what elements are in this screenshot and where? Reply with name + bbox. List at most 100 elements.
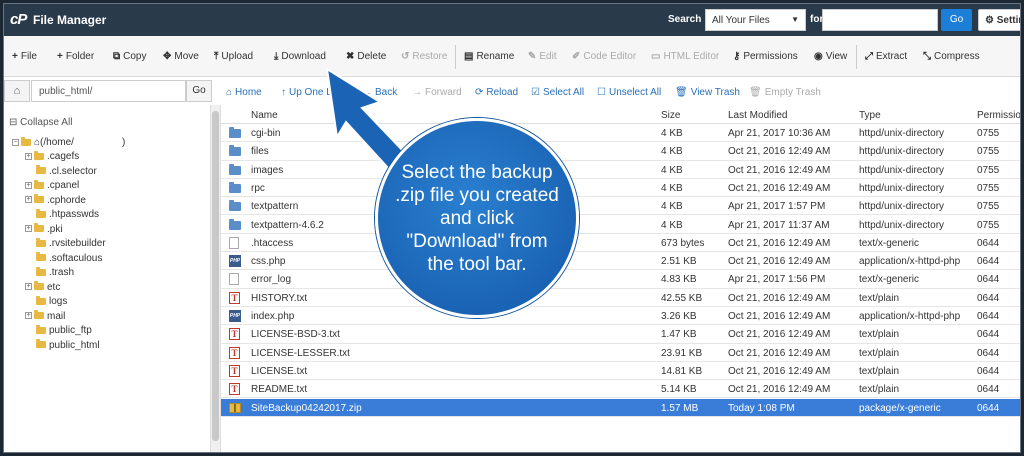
column-header-size[interactable]: Size [661,110,680,121]
cpanel-logo: cP [10,11,27,28]
cell-size: 42.55 KB [661,292,703,304]
cell-type: text/x-generic [859,237,920,249]
cell-modified: Apr 21, 2017 1:56 PM [728,274,826,286]
new-folder-button[interactable]: + Folder [57,51,94,62]
back-link[interactable]: ← Back [362,87,397,98]
delete-button[interactable]: ✖ Delete [346,51,386,62]
folder-file-icon [229,163,241,175]
tree-item[interactable]: .trash [25,266,74,279]
table-row[interactable]: PHP index.php 3.26 KB Oct 21, 2016 12:49 AM… [221,307,1020,326]
cell-name: README.txt [251,384,308,396]
tree-item[interactable]: .softaculous [25,252,102,265]
view-button[interactable]: ◉ View [814,51,847,62]
new-file-button[interactable]: + File [12,51,37,62]
cell-name: LICENSE.txt [251,365,308,377]
edit-button[interactable]: ✎ Edit [528,51,557,62]
cell-perms: 0644 [977,256,1000,268]
tree-scrollbar[interactable] [210,105,220,452]
cell-size: 4 KB [661,128,683,139]
reload-link[interactable]: ⟳ Reload [475,87,518,98]
tree-item[interactable]: public_html [25,339,100,352]
tree-item[interactable]: + etc [25,281,60,294]
copy-button[interactable]: ⧉ Copy [113,51,147,62]
restore-button[interactable]: ↺ Restore [401,51,447,62]
table-row[interactable]: cgi-bin 4 KB Apr 21, 2017 10:36 AM httpd/un… [221,124,1020,143]
html-editor-button[interactable]: ▭ HTML Editor [651,51,719,62]
home-icon[interactable]: ⌂ [4,80,30,102]
tree-item[interactable]: + .cpanel [25,179,79,192]
code-editor-button[interactable]: ✐ Code Editor [572,51,636,62]
table-row[interactable]: files 4 KB Oct 21, 2016 12:49 AM httpd/unix… [221,142,1020,161]
tree-item[interactable]: public_ftp [25,324,92,337]
tree-item[interactable]: .cl.selector [25,165,97,178]
search-input[interactable] [822,9,938,31]
upload-button[interactable]: ⤒ Upload [214,51,253,62]
table-row[interactable]: PHP css.php 2.51 KB Oct 21, 2016 12:49 AM ap… [221,252,1020,271]
table-row[interactable]: textpattern 4 KB Apr 21, 2017 1:57 PM httpd… [221,197,1020,216]
table-row[interactable]: T LICENSE-LESSER.txt 23.91 KB Oct 21, 2016 … [221,344,1020,362]
folder-icon [34,281,44,291]
cell-modified: Oct 21, 2016 12:49 AM [728,256,831,268]
search-scope-select[interactable]: All Your Files ▼ [705,9,806,31]
cell-name: SiteBackup04242017.zip [251,402,362,414]
permissions-button[interactable]: ⚷ Permissions [733,51,798,62]
download-button[interactable]: ⤓ Download [274,51,326,62]
empty-trash-link[interactable]: 🗑 Empty Trash [749,87,821,98]
tree-root[interactable]: − ⌂(/home/) [12,136,125,149]
table-row[interactable]: T HISTORY.txt 42.55 KB Oct 21, 2016 12:49 A… [221,289,1020,307]
tree-item[interactable]: + .cphorde [25,194,86,207]
search-go-button[interactable]: Go [941,9,972,31]
upload-label: Upload [221,51,254,62]
expand-node-icon[interactable]: + [25,312,32,320]
table-row[interactable]: SiteBackup04242017.zip 1.57 MB Today 1:08 … [221,398,1020,417]
path-go-button[interactable]: Go [186,80,212,102]
collapse-all-link[interactable]: ⊟ Collapse All [9,117,72,128]
tree-item[interactable]: .htpasswds [25,208,99,221]
table-row[interactable]: error_log 4.83 KB Apr 21, 2017 1:56 PM text… [221,270,1020,289]
forward-link[interactable]: → Forward [412,87,462,98]
folder-icon [36,165,46,175]
expand-node-icon[interactable]: + [25,283,32,291]
view-trash-link[interactable]: 🗑 View Trash [675,87,740,98]
new-folder-label: Folder [65,51,95,62]
expand-node-icon[interactable]: + [25,225,32,233]
extract-button[interactable]: ⤢ Extract [865,51,907,62]
tree-item[interactable]: + .pki [25,223,63,236]
table-row[interactable]: images 4 KB Oct 21, 2016 12:49 AM httpd/uni… [221,161,1020,179]
cell-size: 14.81 KB [661,365,703,377]
select-all-link[interactable]: ☑ Select All [531,87,584,98]
tree-item[interactable]: + mail [25,310,65,323]
expand-node-icon[interactable]: + [25,181,32,189]
tree-item[interactable]: + .cagefs [25,150,79,163]
rename-button[interactable]: ▤ Rename [464,51,514,62]
pencil-icon: ✎ [528,51,537,62]
compress-button[interactable]: ⤡ Compress [923,51,980,62]
up-one-level-link[interactable]: ↑ Up One Level [281,87,350,98]
unselect-all-link[interactable]: ☐ Unselect All [597,87,661,98]
tree-item[interactable]: .rvsitebuilder [25,237,106,250]
reload-icon: ⟳ [475,87,484,98]
table-row[interactable]: T LICENSE-BSD-3.txt 1.47 KB Oct 21, 2016 12… [221,325,1020,344]
table-row[interactable]: textpattern-4.6.2 4 KB Apr 21, 2017 11:37 … [221,216,1020,234]
tree-item[interactable]: logs [25,295,67,308]
table-row[interactable]: T LICENSE.txt 14.81 KB Oct 21, 2016 12:49 A… [221,362,1020,381]
column-header-type[interactable]: Type [859,110,881,121]
column-header-modified[interactable]: Last Modified [728,110,787,121]
column-header-name[interactable]: Name [251,110,278,121]
table-row[interactable]: .htaccess 673 bytes Oct 21, 2016 12:49 AM t… [221,234,1020,253]
cell-name: textpattern [251,201,299,213]
cell-perms: 0755 [977,146,1000,158]
table-row[interactable]: rpc 4 KB Oct 21, 2016 12:49 AM httpd/unix-d… [221,179,1020,198]
trash-icon: 🗑 [749,87,762,98]
column-header-permissions[interactable]: Permissions [977,110,1020,121]
home-link[interactable]: ⌂ Home [226,87,262,98]
move-button[interactable]: ✥ Move [163,51,199,62]
scrollbar-thumb[interactable] [212,111,219,441]
tree-item-label: .cpanel [47,180,80,191]
cell-type: text/plain [859,347,900,359]
expand-node-icon[interactable]: + [25,196,32,204]
path-input[interactable]: public_html/ [31,80,186,102]
settings-button[interactable]: ⚙ Settings [978,9,1020,31]
table-row[interactable]: T README.txt 5.14 KB Oct 21, 2016 12:49 AM t… [221,380,1020,399]
expand-node-icon[interactable]: + [25,152,32,160]
